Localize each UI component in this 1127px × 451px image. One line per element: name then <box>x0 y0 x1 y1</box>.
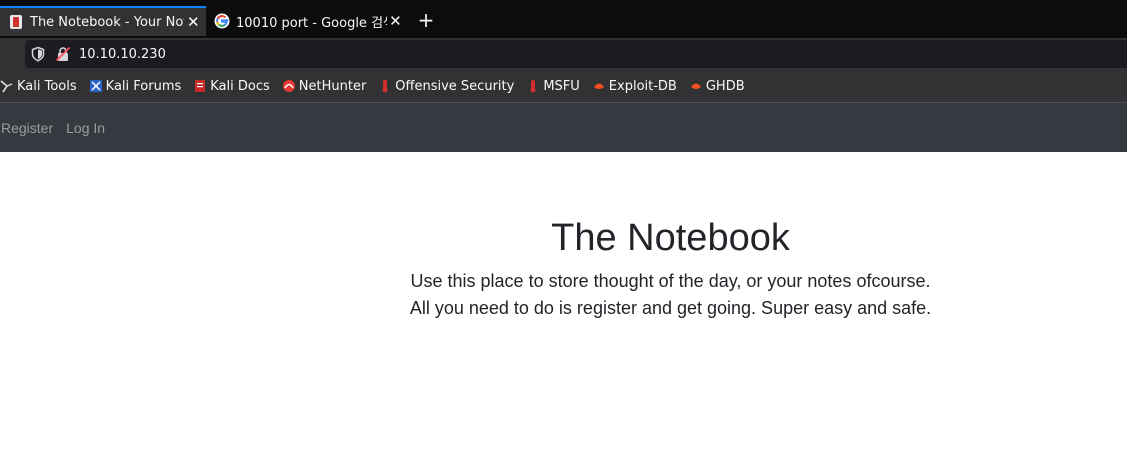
intro-line-1: Use this place to store thought of the d… <box>410 271 931 291</box>
tab-strip: The Notebook - Your Not ✕ 10010 port - G… <box>0 0 1127 38</box>
bookmarks-toolbar: Kali Tools Kali Forums Kali Docs NetHunt… <box>0 70 1127 102</box>
msfu-icon <box>530 80 536 93</box>
main-content: The Notebook Use this place to store tho… <box>0 152 1127 451</box>
bookmark-ghdb[interactable]: GHDB <box>689 79 745 94</box>
kali-docs-icon <box>195 80 206 92</box>
kali-red-icon <box>10 15 22 29</box>
bookmark-kali-docs[interactable]: Kali Docs <box>193 79 270 94</box>
tab-notebook[interactable]: The Notebook - Your Not ✕ <box>0 6 206 36</box>
bookmark-label: NetHunter <box>298 78 367 94</box>
close-icon[interactable]: ✕ <box>184 13 202 31</box>
bookmark-label: Offensive Security <box>395 78 515 94</box>
google-g-icon <box>214 13 230 29</box>
bookmark-kali-tools[interactable]: Kali Tools <box>0 79 77 94</box>
tab-title: 10010 port - Google 검색 <box>236 15 387 31</box>
bookmark-nethunter[interactable]: NetHunter <box>282 78 367 94</box>
site-navbar: Register Log In <box>0 102 1127 152</box>
tab-google-search[interactable]: 10010 port - Google 검색 ✕ <box>206 6 408 36</box>
bookmark-label: Kali Tools <box>17 78 77 94</box>
nethunter-icon <box>282 80 295 92</box>
bookmark-exploit-db[interactable]: Exploit-DB <box>592 79 677 94</box>
new-tab-button[interactable]: + <box>414 8 438 32</box>
bookmark-kali-forums[interactable]: Kali Forums <box>89 78 182 94</box>
shield-icon[interactable] <box>30 46 46 62</box>
hero: The Notebook Use this place to store tho… <box>0 214 1127 322</box>
url-text[interactable]: 10.10.10.230 <box>79 47 166 62</box>
kali-dragon-icon <box>0 80 13 93</box>
ghdb-icon <box>690 83 701 89</box>
close-icon[interactable]: ✕ <box>387 12 404 30</box>
bookmark-offensive-security[interactable]: Offensive Security <box>378 79 514 94</box>
kali-forums-icon <box>89 80 102 92</box>
navigation-bar: 10.10.10.230 <box>0 38 1127 70</box>
login-link[interactable]: Log In <box>66 120 105 136</box>
tab-title: The Notebook - Your Not <box>30 14 185 30</box>
url-bar[interactable]: 10.10.10.230 <box>25 40 1127 68</box>
exploitdb-icon <box>593 83 604 89</box>
intro-line-2: All you need to do is register and get g… <box>409 298 932 318</box>
bookmark-label: Exploit-DB <box>608 78 677 94</box>
bookmark-label: GHDB <box>705 78 745 94</box>
register-link[interactable]: Register <box>1 120 53 136</box>
bookmark-msfu[interactable]: MSFU <box>526 78 580 94</box>
insecure-lock-icon[interactable] <box>55 46 71 62</box>
page-title: The Notebook <box>551 217 790 259</box>
bookmark-label: Kali Forums <box>105 78 182 94</box>
offsec-icon <box>382 80 388 93</box>
bookmark-label: MSFU <box>543 78 580 94</box>
bookmark-label: Kali Docs <box>210 78 270 94</box>
